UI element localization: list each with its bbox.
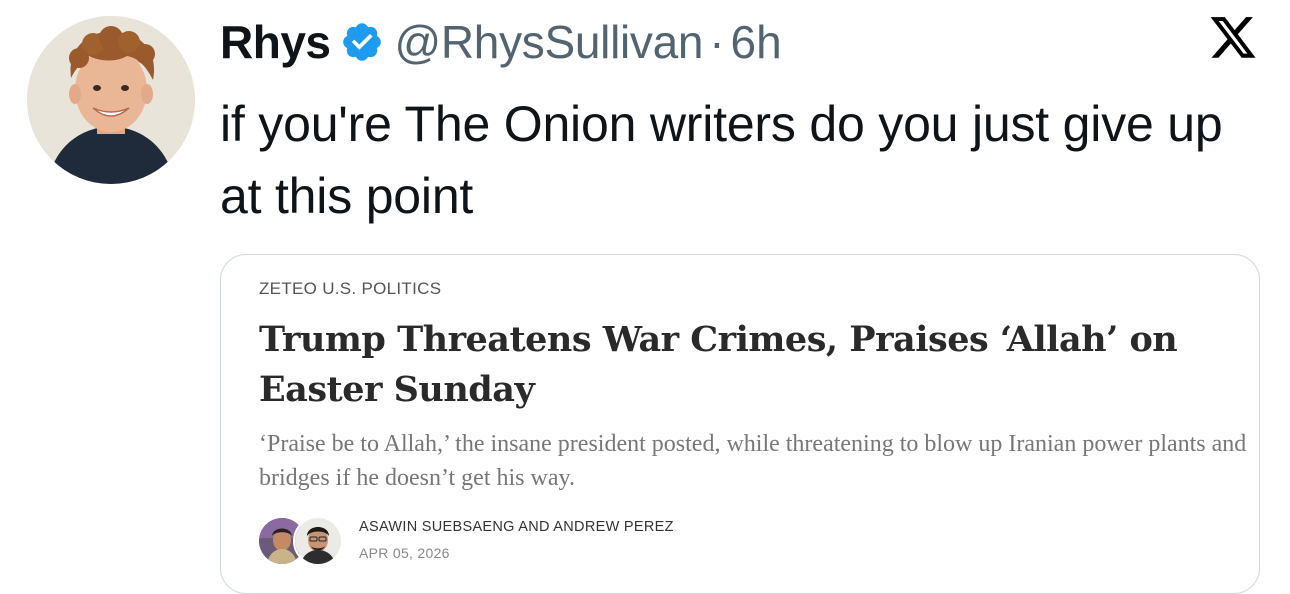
author-avatar[interactable] bbox=[27, 16, 195, 184]
card-byline-authors: ASAWIN SUEBSAENG AND ANDREW PEREZ bbox=[359, 519, 674, 535]
card-section-label: ZETEO U.S. POLITICS bbox=[259, 279, 442, 298]
byline-avatars bbox=[257, 516, 347, 566]
tweet-text: if you're The Onion writers do you just … bbox=[220, 96, 1223, 224]
card-headline[interactable]: Trump Threatens War Crimes, Praises ‘All… bbox=[259, 315, 1249, 415]
verified-badge-icon[interactable] bbox=[340, 20, 384, 64]
card-byline-date: APR 05, 2026 bbox=[359, 545, 450, 561]
author-2-avatar bbox=[293, 516, 343, 566]
header-separator: · bbox=[709, 16, 725, 68]
x-logo-icon bbox=[1208, 17, 1258, 63]
author-display-name[interactable]: Rhys bbox=[220, 15, 331, 69]
tweet-timestamp[interactable]: 6h bbox=[731, 15, 782, 69]
author-handle[interactable]: @RhysSullivan bbox=[394, 15, 703, 69]
tweet-header: Rhys @RhysSullivan · 6h bbox=[220, 12, 782, 72]
card-subheadline: ‘Praise be to Allah,’ the insane preside… bbox=[259, 431, 1247, 491]
link-preview-card[interactable]: ZETEO U.S. POLITICS Trump Threatens War … bbox=[220, 254, 1260, 594]
